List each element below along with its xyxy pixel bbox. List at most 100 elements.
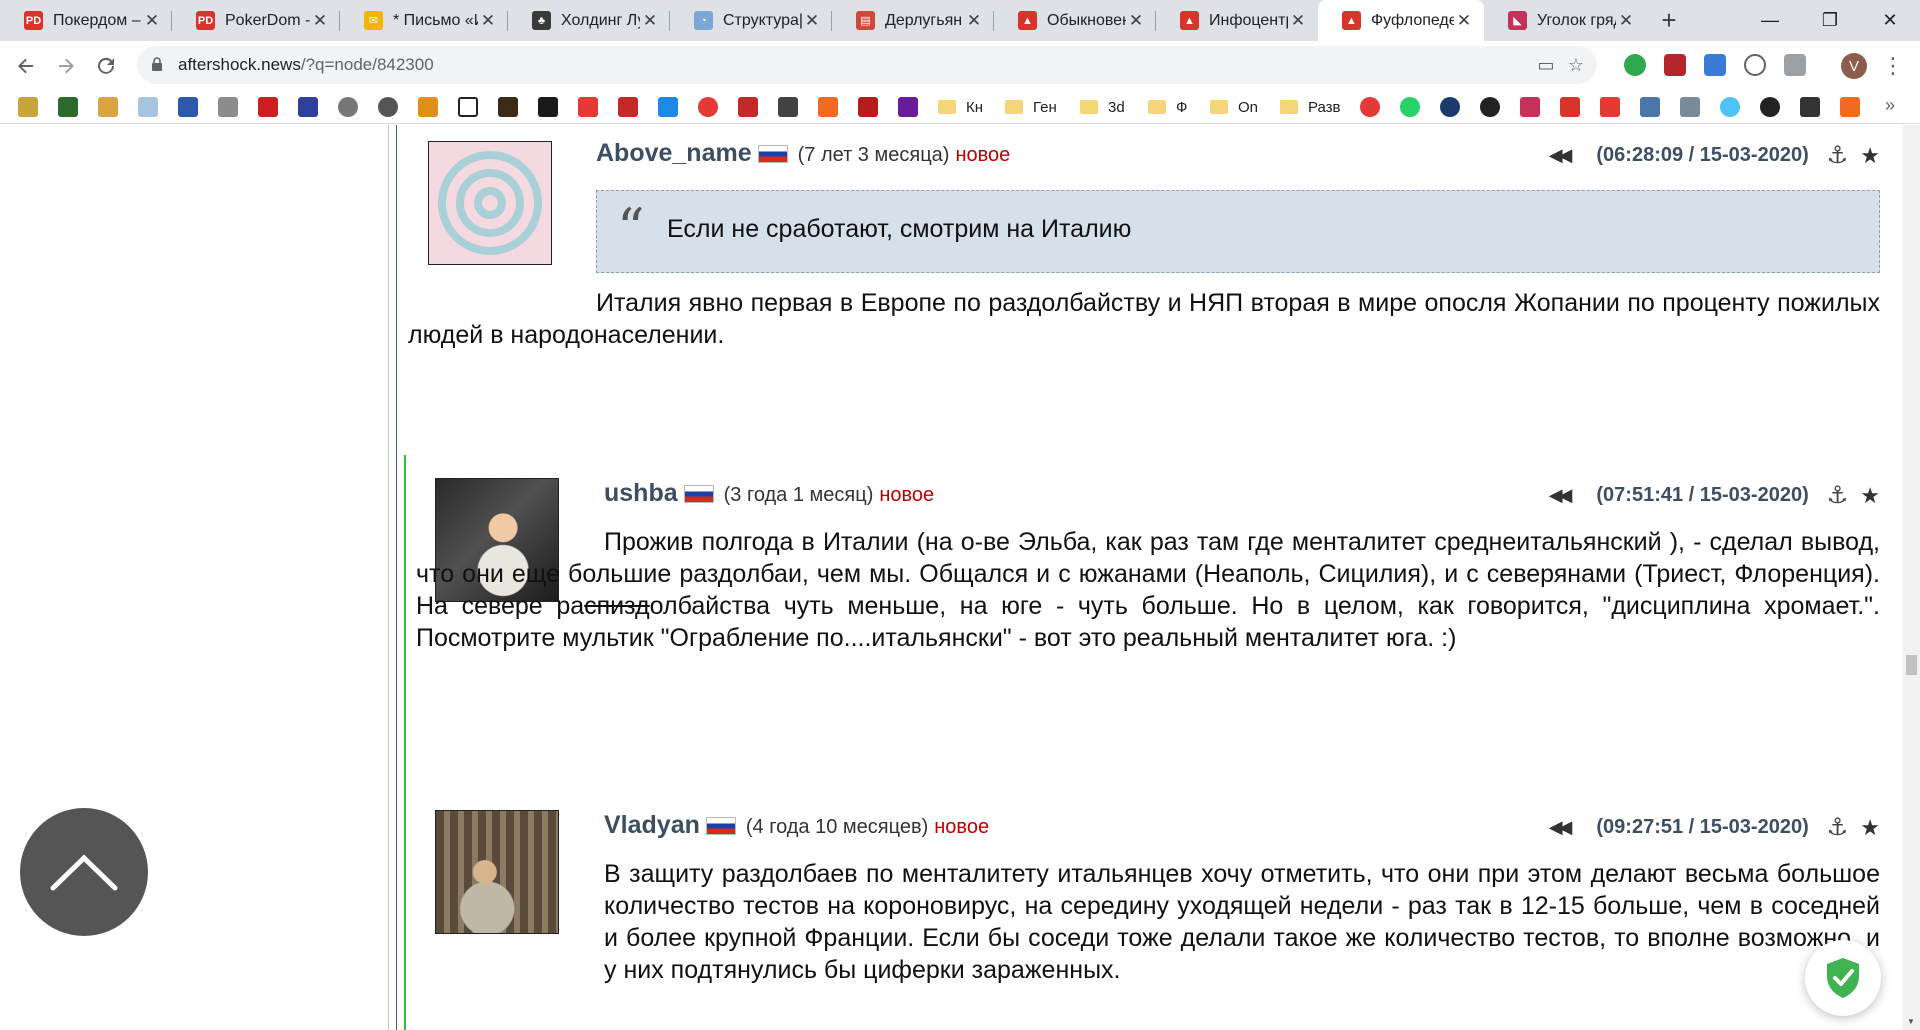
bookmark-icon[interactable] bbox=[298, 97, 318, 117]
profile-avatar[interactable]: V bbox=[1841, 53, 1867, 79]
star-icon[interactable]: ★ bbox=[1860, 815, 1880, 841]
bookmark-icon[interactable] bbox=[538, 97, 558, 117]
bookmark-icon[interactable] bbox=[218, 97, 238, 117]
bookmark-icon[interactable] bbox=[138, 97, 158, 117]
security-shield-button[interactable] bbox=[1805, 940, 1881, 1016]
star-icon[interactable]: ★ bbox=[1860, 143, 1880, 169]
bookmark-icon[interactable] bbox=[378, 97, 398, 117]
forward-button[interactable] bbox=[50, 50, 82, 82]
tab-1[interactable]: PD PokerDom - ✕ bbox=[172, 0, 340, 41]
address-bar[interactable]: aftershock.news/?q=node/842300 ▭ ☆ bbox=[137, 46, 1597, 84]
comment-timestamp[interactable]: (06:28:09 / 15-03-2020) bbox=[1596, 144, 1808, 167]
comment-timestamp[interactable]: (07:51:41 / 15-03-2020) bbox=[1596, 484, 1808, 507]
tab-4[interactable]: ◔ Структура| Г ✕ bbox=[670, 0, 832, 41]
bookmark-folder[interactable]: Кн bbox=[938, 96, 983, 118]
bookmark-icon[interactable] bbox=[818, 97, 838, 117]
close-icon[interactable]: ✕ bbox=[478, 11, 498, 31]
chevron-right-icon[interactable]: » bbox=[1885, 95, 1895, 116]
bookmark-folder[interactable]: Ф bbox=[1148, 96, 1187, 118]
close-icon[interactable]: ✕ bbox=[1616, 11, 1636, 31]
anchor-icon[interactable]: ⚓ bbox=[1827, 481, 1849, 510]
close-icon[interactable]: ✕ bbox=[802, 11, 822, 31]
rewind-icon[interactable]: ◀◀ bbox=[1549, 485, 1573, 506]
steam-icon[interactable] bbox=[1440, 97, 1460, 117]
bookmark-icon[interactable] bbox=[1720, 97, 1740, 117]
extension-check-icon[interactable] bbox=[1624, 54, 1646, 76]
cast-icon[interactable]: ▭ bbox=[1535, 54, 1557, 76]
extension-gauge-icon[interactable] bbox=[1744, 54, 1766, 76]
tab-3[interactable]: ♣ Холдинг Лу ✕ bbox=[508, 0, 670, 41]
bookmark-icon[interactable] bbox=[578, 97, 598, 117]
scroll-down-arrow-icon[interactable]: ▼ bbox=[1907, 1017, 1915, 1026]
bookmark-icon[interactable] bbox=[418, 97, 438, 117]
rewind-icon[interactable]: ◀◀ bbox=[1549, 145, 1573, 166]
back-button[interactable] bbox=[10, 50, 42, 82]
maximize-button[interactable]: ❐ bbox=[1800, 0, 1860, 41]
tab-9[interactable]: ◣ Уголок гряд ✕ bbox=[1484, 0, 1646, 41]
extension-s-icon[interactable] bbox=[1704, 54, 1726, 76]
close-icon[interactable]: ✕ bbox=[964, 11, 984, 31]
bookmark-icon[interactable] bbox=[498, 97, 518, 117]
bookmark-folder[interactable]: Разв bbox=[1280, 96, 1341, 118]
bookmark-icon[interactable] bbox=[1600, 97, 1620, 117]
star-icon[interactable]: ★ bbox=[1860, 483, 1880, 509]
kebab-menu-icon[interactable]: ⋮ bbox=[1880, 53, 1906, 79]
bookmark-icon[interactable] bbox=[778, 97, 798, 117]
bookmark-icon[interactable] bbox=[1800, 97, 1820, 117]
window-close-button[interactable]: ✕ bbox=[1860, 0, 1920, 41]
scrollbar-thumb[interactable] bbox=[1906, 655, 1917, 675]
bookmark-icon[interactable] bbox=[178, 97, 198, 117]
comment-timestamp[interactable]: (09:27:51 / 15-03-2020) bbox=[1596, 816, 1808, 839]
close-icon[interactable]: ✕ bbox=[640, 11, 660, 31]
vk-icon[interactable] bbox=[1640, 97, 1660, 117]
bookmark-icon[interactable] bbox=[698, 97, 718, 117]
bookmark-icon[interactable] bbox=[1680, 97, 1700, 117]
bookmark-icon[interactable] bbox=[658, 97, 678, 117]
tab-7[interactable]: ▲ Инфоцентр ✕ bbox=[1156, 0, 1318, 41]
bookmark-star-icon[interactable]: ☆ bbox=[1565, 54, 1587, 76]
close-icon[interactable]: ✕ bbox=[310, 11, 330, 31]
tab-2[interactable]: ✉ * Письмо «И ✕ bbox=[340, 0, 508, 41]
bookmark-icon[interactable] bbox=[1560, 97, 1580, 117]
bookmark-icon[interactable] bbox=[1520, 97, 1540, 117]
close-icon[interactable]: ✕ bbox=[1126, 11, 1146, 31]
bookmark-icon[interactable] bbox=[898, 97, 918, 117]
bookmark-icon[interactable] bbox=[58, 97, 78, 117]
whatsapp-icon[interactable] bbox=[1400, 97, 1420, 117]
bookmark-icon[interactable] bbox=[738, 97, 758, 117]
bookmark-icon[interactable] bbox=[1480, 97, 1500, 117]
bookmark-icon[interactable] bbox=[98, 97, 118, 117]
scroll-to-top-button[interactable] bbox=[20, 808, 148, 936]
bookmark-icon[interactable] bbox=[338, 97, 358, 117]
tab-0[interactable]: PD Покердом – ✕ bbox=[0, 0, 172, 41]
close-icon[interactable]: ✕ bbox=[142, 11, 162, 31]
username-link[interactable]: Above_name bbox=[596, 139, 752, 168]
bookmark-folder[interactable]: On bbox=[1210, 96, 1258, 118]
bookmark-folder[interactable]: 3d bbox=[1080, 96, 1125, 118]
bookmark-icon[interactable] bbox=[258, 97, 278, 117]
bookmark-icon[interactable] bbox=[1360, 97, 1380, 117]
minimize-button[interactable]: — bbox=[1740, 0, 1800, 41]
bookmark-icon[interactable] bbox=[1840, 97, 1860, 117]
avatar[interactable] bbox=[435, 810, 559, 934]
page-scrollbar[interactable]: ▼ bbox=[1903, 125, 1920, 1030]
bookmark-icon[interactable] bbox=[458, 97, 478, 117]
bookmark-icon[interactable] bbox=[18, 97, 38, 117]
anchor-icon[interactable]: ⚓ bbox=[1827, 141, 1849, 170]
tab-8-active[interactable]: ▲ Фуфлопеде ✕ bbox=[1318, 0, 1484, 41]
avatar[interactable] bbox=[428, 141, 552, 265]
rewind-icon[interactable]: ◀◀ bbox=[1549, 817, 1573, 838]
username-link[interactable]: Vladyan bbox=[604, 811, 700, 840]
tab-5[interactable]: ▤ Дерлугьян Г ✕ bbox=[832, 0, 994, 41]
username-link[interactable]: ushba bbox=[604, 479, 678, 508]
close-icon[interactable]: ✕ bbox=[1454, 11, 1474, 31]
new-tab-button[interactable]: + bbox=[1654, 0, 1684, 41]
bookmark-icon[interactable] bbox=[1760, 97, 1780, 117]
anchor-icon[interactable]: ⚓ bbox=[1827, 813, 1849, 842]
bookmark-icon[interactable] bbox=[618, 97, 638, 117]
bookmark-folder[interactable]: Ген bbox=[1005, 96, 1057, 118]
tab-6[interactable]: ▲ Обыкновен ✕ bbox=[994, 0, 1156, 41]
extension-badge-icon[interactable] bbox=[1664, 54, 1686, 76]
extension-shield-icon[interactable] bbox=[1784, 54, 1806, 76]
close-icon[interactable]: ✕ bbox=[1288, 11, 1308, 31]
